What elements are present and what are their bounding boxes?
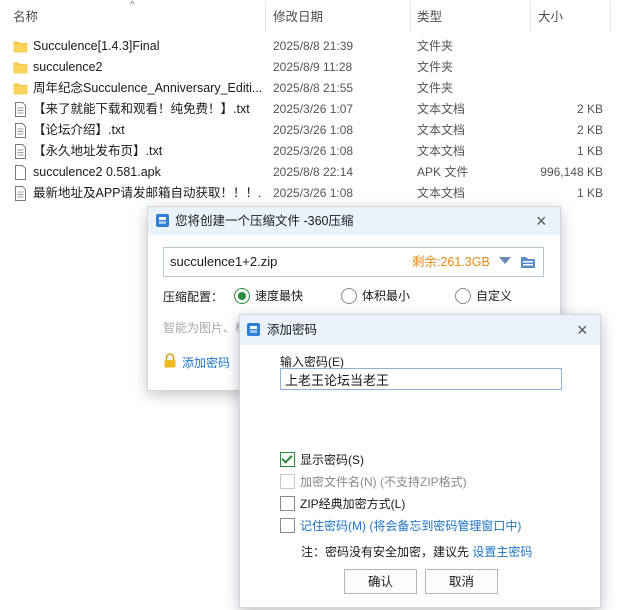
file-modified: 2025/3/26 1:07 xyxy=(273,102,354,116)
radio-fastest-label[interactable]: 速度最快 xyxy=(255,287,303,305)
file-size: 2 KB xyxy=(576,123,603,137)
file-type: 文件夹 xyxy=(417,81,454,95)
file-row[interactable]: succulence2 0.581.apk 2025/8/8 22:14 APK 文… xyxy=(0,162,621,183)
cancel-button[interactable]: 取消 xyxy=(425,569,498,594)
file-modified: 2025/8/8 21:39 xyxy=(273,39,354,53)
free-space-label: 剩余:261.3GB xyxy=(412,255,490,269)
file-type: 文件夹 xyxy=(417,60,454,74)
file-modified: 2025/8/8 21:55 xyxy=(273,81,354,95)
file-name[interactable]: Succulence[1.4.3]Final xyxy=(33,36,261,57)
file-name[interactable]: 周年纪念Succulence_Anniversary_Editi... xyxy=(33,78,261,99)
file-type: APK 文件 xyxy=(417,165,469,179)
file-size: 1 KB xyxy=(576,186,603,200)
column-header: ^ 名称 修改日期 类型 大小 xyxy=(0,0,621,34)
column-divider[interactable] xyxy=(530,2,531,32)
encrypt-filenames-box xyxy=(280,474,295,489)
set-master-password-link[interactable]: 设置主密码 xyxy=(472,545,532,559)
dialog-titlebar[interactable]: 您将创建一个压缩文件 -360压缩 × xyxy=(148,207,560,235)
file-row[interactable]: 【永久地址发布页】.txt 2025/3/26 1:08 文本文档 1 KB xyxy=(0,141,621,162)
file-type: 文本文档 xyxy=(417,144,466,158)
chevron-down-icon[interactable] xyxy=(499,257,511,264)
file-row[interactable]: 周年纪念Succulence_Anniversary_Editi... 2025/… xyxy=(0,78,621,99)
file-type: 文本文档 xyxy=(417,123,466,137)
archive-name-value[interactable]: succulence1+2.zip xyxy=(170,248,277,276)
smart-compress-hint: 智能为图片、标 xyxy=(163,321,248,335)
file-modified: 2025/8/9 11:28 xyxy=(273,60,353,74)
remember-password-box[interactable] xyxy=(280,518,295,533)
dialog-title: 添加密码 xyxy=(267,323,318,337)
sort-ascending-icon: ^ xyxy=(130,0,135,11)
file-type: 文本文档 xyxy=(417,186,466,200)
column-divider[interactable] xyxy=(265,2,266,32)
show-password-label[interactable]: 显示密码(S) xyxy=(300,451,364,468)
close-icon[interactable]: × xyxy=(577,321,588,339)
360zip-logo-icon xyxy=(156,214,169,227)
file-name[interactable]: 【永久地址发布页】.txt xyxy=(33,141,261,162)
file-name[interactable]: 最新地址及APP请发邮箱自动获取！！！.... xyxy=(33,183,261,204)
radio-smallest-dot[interactable] xyxy=(341,288,357,304)
file-modified: 2025/3/26 1:08 xyxy=(273,123,354,137)
file-name[interactable]: 【论坛介绍】.txt xyxy=(33,120,261,141)
encrypt-filenames-label: 加密文件名(N) (不支持ZIP格式) xyxy=(300,475,467,489)
dialog-titlebar[interactable]: 添加密码 × xyxy=(240,315,600,345)
radio-smallest-label[interactable]: 体积最小 xyxy=(362,287,410,305)
column-name[interactable]: 名称 xyxy=(13,0,38,34)
password-input[interactable] xyxy=(280,368,562,390)
close-icon[interactable]: × xyxy=(536,212,547,230)
file-name[interactable]: succulence2 0.581.apk xyxy=(33,162,261,183)
file-type: 文本文档 xyxy=(417,102,466,116)
security-note-text: 注：密码没有安全加密，建议先 xyxy=(301,545,473,559)
remember-password-label[interactable]: 记住密码(M) (将会备忘到密码管理窗口中) xyxy=(300,517,521,534)
column-size[interactable]: 大小 xyxy=(538,0,563,34)
file-row[interactable]: 最新地址及APP请发邮箱自动获取！！！.... 2025/3/26 1:08 文本文… xyxy=(0,183,621,204)
confirm-button[interactable]: 确认 xyxy=(344,569,417,594)
security-note: 注：密码没有安全加密，建议先 设置主密码 xyxy=(301,543,532,560)
file-name[interactable]: 【来了就能下载和观看！纯免费！】.txt xyxy=(33,99,261,120)
radio-custom-dot[interactable] xyxy=(455,288,471,304)
compress-config-label: 压缩配置： xyxy=(163,290,224,304)
file-type: 文件夹 xyxy=(417,39,454,53)
file-row[interactable]: Succulence[1.4.3]Final 2025/8/8 21:39 文件夹 xyxy=(0,36,621,57)
add-password-dialog: 添加密码 × 输入密码(E) 显示密码(S) 加密文件名(N) (不支持ZIP格… xyxy=(239,314,601,608)
column-divider[interactable] xyxy=(610,2,611,32)
file-size: 996,148 KB xyxy=(540,165,603,179)
archive-name-field[interactable]: succulence1+2.zip 剩余:261.3GB xyxy=(163,247,544,277)
lock-icon xyxy=(164,353,176,368)
file-modified: 2025/8/8 22:14 xyxy=(273,165,354,179)
file-name[interactable]: succulence2 xyxy=(33,57,261,78)
radio-custom-label[interactable]: 自定义 xyxy=(476,287,512,305)
file-row[interactable]: 【来了就能下载和观看！纯免费！】.txt 2025/3/26 1:07 文本文档 2 … xyxy=(0,99,621,120)
radio-fastest-dot[interactable] xyxy=(234,288,250,304)
360zip-logo-icon xyxy=(247,323,260,336)
show-password-box[interactable] xyxy=(280,452,295,467)
column-type[interactable]: 类型 xyxy=(417,0,442,34)
zip-classic-label[interactable]: ZIP经典加密方式(L) xyxy=(300,495,405,512)
file-row[interactable]: succulence2 2025/8/9 11:28 文件夹 xyxy=(0,57,621,78)
column-modified[interactable]: 修改日期 xyxy=(273,0,323,34)
file-size: 1 KB xyxy=(576,144,603,158)
file-modified: 2025/3/26 1:08 xyxy=(273,186,354,200)
browse-folder-icon[interactable] xyxy=(520,255,536,269)
file-row[interactable]: 【论坛介绍】.txt 2025/3/26 1:08 文本文档 2 KB xyxy=(0,120,621,141)
dialog-title: 您将创建一个压缩文件 -360压缩 xyxy=(175,214,354,228)
zip-classic-box[interactable] xyxy=(280,496,295,511)
column-divider[interactable] xyxy=(410,2,411,32)
file-size: 2 KB xyxy=(576,102,603,116)
file-modified: 2025/3/26 1:08 xyxy=(273,144,354,158)
add-password-label[interactable]: 添加密码 xyxy=(182,354,230,371)
